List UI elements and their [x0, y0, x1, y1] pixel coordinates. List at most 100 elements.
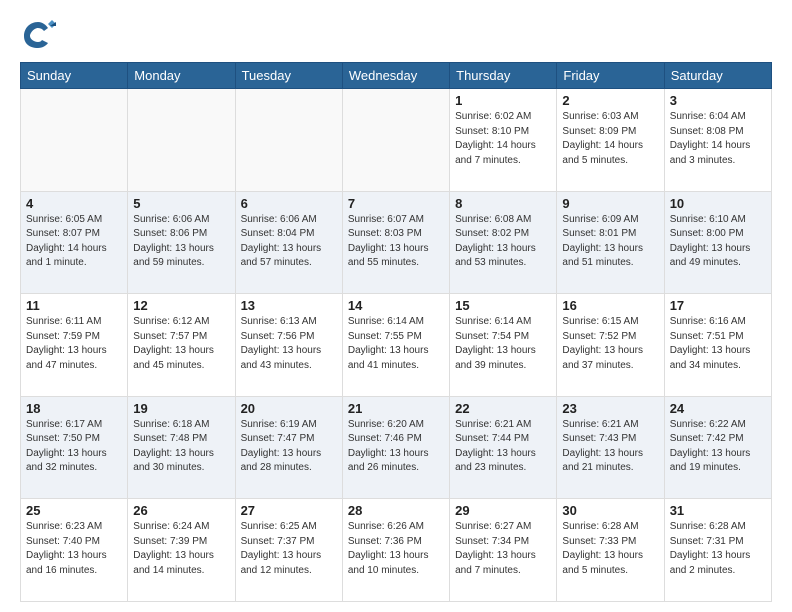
- calendar-day-cell: 23 Sunrise: 6:21 AM Sunset: 7:43 PM Dayli…: [557, 396, 664, 499]
- day-number: 12: [133, 298, 229, 313]
- calendar-day-cell: 25 Sunrise: 6:23 AM Sunset: 7:40 PM Dayli…: [21, 499, 128, 602]
- day-info: Sunrise: 6:15 AM Sunset: 7:52 PM Dayligh…: [562, 315, 658, 373]
- day-number: 26: [133, 503, 229, 518]
- day-number: 30: [562, 503, 658, 518]
- day-info: Sunrise: 6:19 AM Sunset: 7:47 PM Dayligh…: [241, 418, 337, 476]
- day-info: Sunrise: 6:17 AM Sunset: 7:50 PM Dayligh…: [26, 418, 122, 476]
- day-number: 11: [26, 298, 122, 313]
- calendar-week-row: 18 Sunrise: 6:17 AM Sunset: 7:50 PM Dayli…: [21, 396, 772, 499]
- calendar-day-cell: 2 Sunrise: 6:03 AM Sunset: 8:09 PM Daylig…: [557, 89, 664, 192]
- calendar-day-cell: 16 Sunrise: 6:15 AM Sunset: 7:52 PM Dayli…: [557, 294, 664, 397]
- calendar-day-cell: 12Sunrise: 6:12 AM Sunset: 7:57 PM Dayli…: [128, 294, 235, 397]
- calendar-week-row: 11 Sunrise: 6:11 AM Sunset: 7:59 PM Dayli…: [21, 294, 772, 397]
- day-info: Sunrise: 6:14 AM Sunset: 7:54 PM Dayligh…: [455, 315, 551, 373]
- day-number: 29: [455, 503, 551, 518]
- day-info: Sunrise: 6:06 AM Sunset: 8:06 PM Dayligh…: [133, 213, 229, 271]
- day-number: 3: [670, 93, 766, 108]
- calendar-day-cell: [342, 89, 449, 192]
- day-info: Sunrise: 6:10 AM Sunset: 8:00 PM Dayligh…: [670, 213, 766, 271]
- calendar-day-cell: 21 Sunrise: 6:20 AM Sunset: 7:46 PM Dayli…: [342, 396, 449, 499]
- calendar-header-sunday: Sunday: [21, 63, 128, 89]
- header: [20, 16, 772, 52]
- day-info: Sunrise: 6:03 AM Sunset: 8:09 PM Dayligh…: [562, 110, 658, 168]
- calendar-day-cell: 8 Sunrise: 6:08 AM Sunset: 8:02 PM Daylig…: [450, 191, 557, 294]
- calendar-day-cell: 24 Sunrise: 6:22 AM Sunset: 7:42 PM Dayli…: [664, 396, 771, 499]
- day-info: Sunrise: 6:09 AM Sunset: 8:01 PM Dayligh…: [562, 213, 658, 271]
- calendar-day-cell: [128, 89, 235, 192]
- day-info: Sunrise: 6:04 AM Sunset: 8:08 PM Dayligh…: [670, 110, 766, 168]
- day-number: 28: [348, 503, 444, 518]
- calendar-header-tuesday: Tuesday: [235, 63, 342, 89]
- day-info: Sunrise: 6:26 AM Sunset: 7:36 PM Dayligh…: [348, 520, 444, 578]
- day-number: 8: [455, 196, 551, 211]
- day-number: 23: [562, 401, 658, 416]
- day-number: 18: [26, 401, 122, 416]
- day-number: 4: [26, 196, 122, 211]
- calendar-header-wednesday: Wednesday: [342, 63, 449, 89]
- calendar-day-cell: 9 Sunrise: 6:09 AM Sunset: 8:01 PM Daylig…: [557, 191, 664, 294]
- calendar-day-cell: 10 Sunrise: 6:10 AM Sunset: 8:00 PM Dayli…: [664, 191, 771, 294]
- calendar-table: SundayMondayTuesdayWednesdayThursdayFrid…: [20, 62, 772, 602]
- day-info: Sunrise: 6:24 AM Sunset: 7:39 PM Dayligh…: [133, 520, 229, 578]
- calendar-day-cell: 22Sunrise: 6:21 AM Sunset: 7:44 PM Dayli…: [450, 396, 557, 499]
- calendar-day-cell: 19 Sunrise: 6:18 AM Sunset: 7:48 PM Dayli…: [128, 396, 235, 499]
- day-number: 9: [562, 196, 658, 211]
- calendar-header-saturday: Saturday: [664, 63, 771, 89]
- calendar-day-cell: 5 Sunrise: 6:06 AM Sunset: 8:06 PM Daylig…: [128, 191, 235, 294]
- calendar-day-cell: 29 Sunrise: 6:27 AM Sunset: 7:34 PM Dayli…: [450, 499, 557, 602]
- day-info: Sunrise: 6:20 AM Sunset: 7:46 PM Dayligh…: [348, 418, 444, 476]
- day-info: Sunrise: 6:07 AM Sunset: 8:03 PM Dayligh…: [348, 213, 444, 271]
- day-number: 27: [241, 503, 337, 518]
- day-info: Sunrise: 6:21 AM Sunset: 7:43 PM Dayligh…: [562, 418, 658, 476]
- day-info: Sunrise: 6:27 AM Sunset: 7:34 PM Dayligh…: [455, 520, 551, 578]
- day-number: 5: [133, 196, 229, 211]
- day-number: 21: [348, 401, 444, 416]
- calendar-day-cell: 11 Sunrise: 6:11 AM Sunset: 7:59 PM Dayli…: [21, 294, 128, 397]
- day-number: 10: [670, 196, 766, 211]
- day-info: Sunrise: 6:13 AM Sunset: 7:56 PM Dayligh…: [241, 315, 337, 373]
- calendar-header-friday: Friday: [557, 63, 664, 89]
- logo-icon: [20, 16, 56, 52]
- day-number: 31: [670, 503, 766, 518]
- calendar-day-cell: 30Sunrise: 6:28 AM Sunset: 7:33 PM Dayli…: [557, 499, 664, 602]
- calendar-day-cell: 7 Sunrise: 6:07 AM Sunset: 8:03 PM Daylig…: [342, 191, 449, 294]
- logo: [20, 16, 60, 52]
- day-number: 19: [133, 401, 229, 416]
- day-number: 2: [562, 93, 658, 108]
- calendar-day-cell: 13Sunrise: 6:13 AM Sunset: 7:56 PM Dayli…: [235, 294, 342, 397]
- day-info: Sunrise: 6:06 AM Sunset: 8:04 PM Dayligh…: [241, 213, 337, 271]
- page: SundayMondayTuesdayWednesdayThursdayFrid…: [0, 0, 792, 612]
- day-number: 14: [348, 298, 444, 313]
- day-info: Sunrise: 6:25 AM Sunset: 7:37 PM Dayligh…: [241, 520, 337, 578]
- day-number: 24: [670, 401, 766, 416]
- calendar-day-cell: 6Sunrise: 6:06 AM Sunset: 8:04 PM Daylig…: [235, 191, 342, 294]
- day-info: Sunrise: 6:11 AM Sunset: 7:59 PM Dayligh…: [26, 315, 122, 373]
- day-info: Sunrise: 6:16 AM Sunset: 7:51 PM Dayligh…: [670, 315, 766, 373]
- calendar-day-cell: 15Sunrise: 6:14 AM Sunset: 7:54 PM Dayli…: [450, 294, 557, 397]
- calendar-day-cell: [21, 89, 128, 192]
- day-number: 25: [26, 503, 122, 518]
- calendar-day-cell: 26 Sunrise: 6:24 AM Sunset: 7:39 PM Dayli…: [128, 499, 235, 602]
- day-info: Sunrise: 6:28 AM Sunset: 7:31 PM Dayligh…: [670, 520, 766, 578]
- day-info: Sunrise: 6:23 AM Sunset: 7:40 PM Dayligh…: [26, 520, 122, 578]
- day-info: Sunrise: 6:22 AM Sunset: 7:42 PM Dayligh…: [670, 418, 766, 476]
- calendar-day-cell: 27 Sunrise: 6:25 AM Sunset: 7:37 PM Dayli…: [235, 499, 342, 602]
- calendar-day-cell: 3 Sunrise: 6:04 AM Sunset: 8:08 PM Daylig…: [664, 89, 771, 192]
- calendar-day-cell: 28 Sunrise: 6:26 AM Sunset: 7:36 PM Dayli…: [342, 499, 449, 602]
- calendar-week-row: 4 Sunrise: 6:05 AM Sunset: 8:07 PM Daylig…: [21, 191, 772, 294]
- calendar-day-cell: 31 Sunrise: 6:28 AM Sunset: 7:31 PM Dayli…: [664, 499, 771, 602]
- calendar-week-row: 25 Sunrise: 6:23 AM Sunset: 7:40 PM Dayli…: [21, 499, 772, 602]
- calendar-day-cell: 17 Sunrise: 6:16 AM Sunset: 7:51 PM Dayli…: [664, 294, 771, 397]
- day-info: Sunrise: 6:02 AM Sunset: 8:10 PM Dayligh…: [455, 110, 551, 168]
- calendar-day-cell: 20 Sunrise: 6:19 AM Sunset: 7:47 PM Dayli…: [235, 396, 342, 499]
- day-number: 16: [562, 298, 658, 313]
- day-number: 7: [348, 196, 444, 211]
- calendar-header-row: SundayMondayTuesdayWednesdayThursdayFrid…: [21, 63, 772, 89]
- day-info: Sunrise: 6:08 AM Sunset: 8:02 PM Dayligh…: [455, 213, 551, 271]
- calendar-header-thursday: Thursday: [450, 63, 557, 89]
- calendar-day-cell: 1Sunrise: 6:02 AM Sunset: 8:10 PM Daylig…: [450, 89, 557, 192]
- day-info: Sunrise: 6:18 AM Sunset: 7:48 PM Dayligh…: [133, 418, 229, 476]
- day-number: 17: [670, 298, 766, 313]
- day-number: 20: [241, 401, 337, 416]
- day-info: Sunrise: 6:05 AM Sunset: 8:07 PM Dayligh…: [26, 213, 122, 271]
